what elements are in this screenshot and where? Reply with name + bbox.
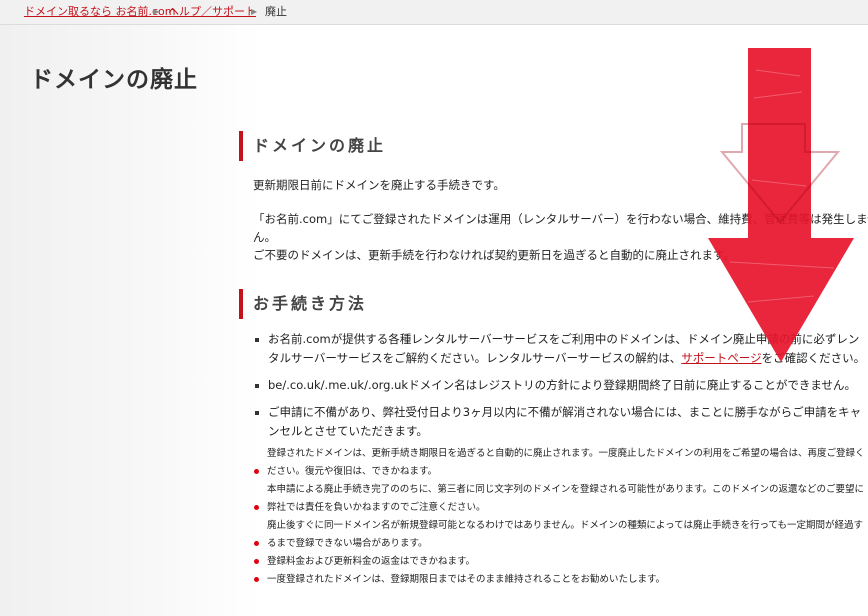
bullet-icon [255, 338, 259, 342]
paragraph-auto-abolish: ご不要のドメインは、更新手続を行わなければ契約更新日を過ぎると自動的に廃止されま… [253, 248, 735, 262]
page-title: ドメインの廃止 [30, 67, 198, 93]
bullet-icon [255, 384, 259, 388]
red-dot-icon [254, 505, 259, 510]
breadcrumb-link-help[interactable]: ヘルプ／サポート [168, 5, 256, 18]
breadcrumb-arrow-icon: ▶ [153, 7, 160, 16]
paragraph-maintenance-line1: 「お名前.com」にてご登録されたドメインは運用（レンタルサーバー）を行わない場… [253, 212, 868, 226]
section-heading-procedure: お手続き方法 [239, 289, 367, 319]
support-page-link[interactable]: サポートページ [681, 351, 761, 365]
note-item: 廃止後すぐに同一ドメイン名が新規登録可能となるわけではありません。ドメインの種類… [253, 517, 868, 553]
red-dot-icon [254, 469, 259, 474]
red-dot-icon [254, 559, 259, 564]
note-item: 本申請による廃止手続き完了ののちに、第三者に同じ文字列のドメインを登録される可能… [253, 481, 868, 517]
list-item: お名前.comが提供する各種レンタルサーバーサービスをご利用中のドメインは、ドメ… [253, 330, 868, 368]
note-item: 登録料金および更新料金の返金はできかねます。 [253, 553, 868, 571]
bullet-icon [255, 411, 259, 415]
breadcrumb-arrow-icon: ▶ [251, 7, 258, 16]
section-heading-domain-abolish: ドメインの廃止 [239, 131, 386, 161]
list-item: be/.co.uk/.me.uk/.org.ukドメイン名はレジストリの方針によ… [253, 376, 868, 395]
red-dot-icon [254, 577, 259, 582]
breadcrumb-current: 廃止 [265, 5, 287, 18]
list-item: ご申請に不備があり、弊社受付日より3ヶ月以内に不備が解消されない場合には、まこと… [253, 403, 868, 441]
intro-text: 更新期限日前にドメインを廃止する手続きです。 [253, 178, 505, 192]
red-dot-icon [254, 541, 259, 546]
procedure-list: お名前.comが提供する各種レンタルサーバーサービスをご利用中のドメインは、ドメ… [253, 330, 868, 449]
breadcrumb: ドメイン取るなら お名前.com ▶ ヘルプ／サポート ▶ 廃止 [0, 0, 868, 25]
notes-list: 登録されたドメインは、更新手続き期限日を過ぎると自動的に廃止されます。一度廃止し… [253, 445, 868, 589]
note-item: 登録されたドメインは、更新手続き期限日を過ぎると自動的に廃止されます。一度廃止し… [253, 445, 868, 481]
note-item: 一度登録されたドメインは、登録期限日まではそのまま維持されることをお勧めいたしま… [253, 571, 868, 589]
paragraph-maintenance-line2: ん。 [253, 230, 276, 244]
